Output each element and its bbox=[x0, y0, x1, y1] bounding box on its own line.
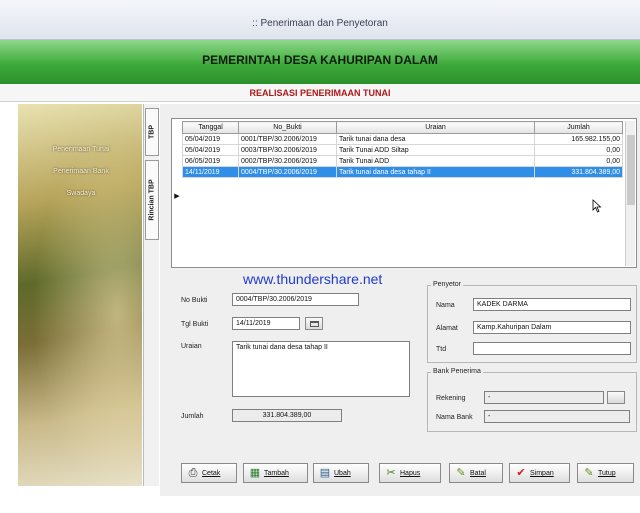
cell-no-bukti: 0002/TBP/30.2006/2019 bbox=[238, 155, 337, 167]
mouse-pointer-icon bbox=[592, 199, 602, 213]
printer-icon: ⎙ bbox=[188, 467, 198, 479]
nama-input[interactable]: KADEK DARMA bbox=[473, 298, 631, 311]
sidebar-panel: Penerimaan Tunai Penerimaan Bank Swadaya bbox=[18, 104, 142, 486]
side-tab-strip: TBP Rincian TBP bbox=[143, 104, 159, 486]
sidebar-item-swadaya[interactable]: Swadaya bbox=[24, 190, 138, 197]
scrollbar-thumb[interactable] bbox=[627, 135, 635, 205]
tbp-grid[interactable]: ▶ Tanggal No_Bukti Uraian Jumlah 05/04/2… bbox=[171, 118, 637, 268]
cell-no-bukti: 0003/TBP/30.2006/2019 bbox=[238, 144, 337, 156]
uraian-textarea[interactable]: Tarik tunai dana desa tahap II bbox=[232, 341, 410, 397]
ubah-button[interactable]: ▤ Ubah bbox=[313, 463, 369, 483]
no-bukti-input[interactable]: 0004/TBP/30.2006/2019 bbox=[232, 293, 359, 306]
row-pointer-icon: ▶ bbox=[174, 193, 180, 200]
table-header-row: Tanggal No_Bukti Uraian Jumlah bbox=[182, 121, 623, 134]
tutup-button[interactable]: ✎ Tutup bbox=[577, 463, 634, 483]
alamat-input[interactable]: Kamp.Kahuripan Dalam bbox=[473, 321, 631, 334]
cetak-button[interactable]: ⎙ Cetak bbox=[181, 463, 237, 483]
nama-bank-label: Nama Bank bbox=[436, 414, 473, 421]
column-header[interactable]: Tanggal bbox=[182, 121, 239, 134]
cell-uraian: Tarik tunai dana desa tahap II bbox=[336, 166, 535, 178]
cell-uraian: Tarik Tunai ADD Siltap bbox=[336, 144, 535, 156]
tambah-button[interactable]: ▦ Tambah bbox=[243, 463, 308, 483]
tgl-bukti-label: Tgl Bukti bbox=[181, 321, 209, 328]
tbp-table: Tanggal No_Bukti Uraian Jumlah 05/04/201… bbox=[182, 121, 623, 178]
header-banner: PEMERINTAH DESA KAHURIPAN DALAM bbox=[0, 40, 640, 84]
column-header[interactable]: Jumlah bbox=[534, 121, 623, 134]
cell-jumlah: 0,00 bbox=[534, 144, 623, 156]
rekening-field: - bbox=[484, 391, 604, 404]
sidebar-item-penerimaan-tunai[interactable]: Penerimaan Tunai bbox=[24, 146, 138, 153]
cell-no-bukti: 0001/TBP/30.2006/2019 bbox=[238, 133, 337, 145]
column-header[interactable]: Uraian bbox=[336, 121, 535, 134]
cell-no-bukti: 0004/TBP/30.2006/2019 bbox=[238, 166, 337, 178]
cell-jumlah: 165.982.155,00 bbox=[534, 133, 623, 145]
simpan-button[interactable]: ✔ Simpan bbox=[509, 463, 570, 483]
jumlah-label: Jumlah bbox=[181, 413, 204, 420]
no-bukti-label: No Bukti bbox=[181, 297, 208, 304]
sidebar-background-image bbox=[18, 104, 142, 486]
penyetor-group-title: Penyetor bbox=[431, 281, 464, 288]
table-row[interactable]: 05/04/2019 0001/TBP/30.2006/2019 Tarik t… bbox=[182, 133, 623, 145]
table-row[interactable]: 05/04/2019 0003/TBP/30.2006/2019 Tarik T… bbox=[182, 144, 623, 156]
tab-tbp-label: TBP bbox=[148, 125, 156, 139]
jumlah-field: 331.804.389,00 bbox=[232, 409, 342, 422]
edit-document-icon: ▤ bbox=[319, 467, 331, 479]
cell-jumlah: 0,00 bbox=[534, 155, 623, 167]
cell-uraian: Tarik tunai dana desa bbox=[336, 133, 535, 145]
tgl-bukti-input[interactable]: 14/11/2019 bbox=[232, 317, 300, 330]
uraian-label: Uraian bbox=[181, 343, 202, 350]
bank-penerima-group-title: Bank Penerima bbox=[431, 368, 483, 375]
delete-icon: ✂ bbox=[386, 467, 396, 479]
cell-tanggal: 05/04/2019 bbox=[182, 133, 239, 145]
tab-rincian-tbp[interactable]: Rincian TBP bbox=[145, 160, 159, 240]
column-header[interactable]: No_Bukti bbox=[238, 121, 337, 134]
rekening-lookup-button[interactable] bbox=[607, 391, 625, 404]
close-pencil-icon: ✎ bbox=[584, 467, 594, 479]
window-title: :: Penerimaan dan Penyetoran bbox=[252, 18, 388, 29]
tab-rincian-tbp-label: Rincian TBP bbox=[148, 179, 156, 221]
subtitle-bar: REALISASI PENERIMAAN TUNAI bbox=[0, 84, 640, 102]
calendar-button[interactable] bbox=[305, 317, 323, 330]
cell-uraian: Tarik Tunai ADD bbox=[336, 155, 535, 167]
cell-tanggal: 06/05/2019 bbox=[182, 155, 239, 167]
ttd-input[interactable] bbox=[473, 342, 631, 355]
table-row[interactable]: 06/05/2019 0002/TBP/30.2006/2019 Tarik T… bbox=[182, 155, 623, 167]
window-title-bar: :: Penerimaan dan Penyetoran bbox=[0, 0, 640, 40]
cell-tanggal: 05/04/2019 bbox=[182, 144, 239, 156]
grid-scrollbar[interactable] bbox=[625, 121, 635, 266]
calendar-icon bbox=[310, 321, 319, 327]
checkmark-icon: ✔ bbox=[516, 467, 526, 479]
add-document-icon: ▦ bbox=[249, 467, 261, 479]
nama-bank-field: - bbox=[484, 410, 630, 423]
watermark-text: www.thundershare.net bbox=[243, 271, 383, 287]
page-title: PEMERINTAH DESA KAHURIPAN DALAM bbox=[202, 53, 438, 67]
ttd-label: Ttd bbox=[436, 346, 447, 353]
undo-pencil-icon: ✎ bbox=[456, 467, 466, 479]
batal-button[interactable]: ✎ Batal bbox=[449, 463, 503, 483]
alamat-label: Alamat bbox=[436, 325, 458, 332]
hapus-button[interactable]: ✂ Hapus bbox=[379, 463, 441, 483]
page-subtitle: REALISASI PENERIMAAN TUNAI bbox=[249, 88, 391, 98]
rekening-label: Rekening bbox=[436, 395, 466, 402]
sidebar-item-penerimaan-bank[interactable]: Penerimaan Bank bbox=[24, 168, 138, 175]
tab-tbp[interactable]: TBP bbox=[145, 108, 159, 156]
table-row-selected[interactable]: 14/11/2019 0004/TBP/30.2006/2019 Tarik t… bbox=[182, 166, 623, 178]
cell-tanggal: 14/11/2019 bbox=[182, 166, 239, 178]
cell-jumlah: 331.804.389,00 bbox=[534, 166, 623, 178]
nama-label: Nama bbox=[436, 302, 455, 309]
